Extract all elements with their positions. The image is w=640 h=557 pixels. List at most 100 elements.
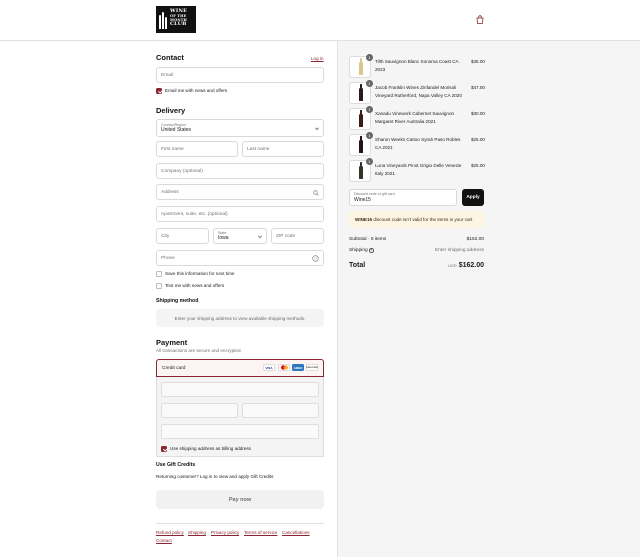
product-name: Luna Vineyards Pinot Grigio Delle Venezi… (375, 163, 462, 176)
delivery-heading: Delivery (156, 106, 186, 115)
address-field[interactable]: Address (156, 184, 324, 200)
product-thumbnail: 1 (349, 132, 373, 156)
company-field[interactable]: Company (optional) (156, 163, 324, 179)
payment-heading: Payment (156, 338, 188, 347)
card-cvv-field[interactable] (242, 403, 319, 418)
warning-text: discount code isn't valid for the items … (373, 217, 473, 222)
product-price: $35.00 (470, 59, 485, 64)
quantity-badge: 1 (366, 54, 373, 61)
product-thumbnail: 1 (349, 158, 373, 182)
text-offers-checkbox[interactable] (156, 283, 162, 289)
email-offers-checkbox[interactable] (156, 88, 162, 94)
shipping-link[interactable]: Shipping (188, 530, 206, 535)
quantity-badge: 1 (366, 132, 373, 139)
total-value: $162.00 (458, 262, 484, 269)
bottle-icon (359, 140, 363, 153)
mastercard-icon (278, 364, 290, 371)
footer-divider (156, 523, 324, 524)
product-name: Jacob Franklin Wines Zinfandel Morisoli … (375, 85, 462, 98)
card-number-field[interactable] (161, 382, 319, 397)
city-field[interactable]: City (156, 228, 209, 244)
visa-text: VISA (265, 365, 273, 370)
product-price: $25.00 (470, 163, 485, 168)
info-icon[interactable]: ? (369, 248, 374, 253)
company-placeholder: Company (optional) (161, 168, 203, 174)
card-name-field[interactable] (161, 424, 319, 439)
last-name-field[interactable]: Last name (242, 141, 324, 157)
gift-credits-text: Returning customer? Log in to view and a… (156, 474, 274, 479)
apartment-placeholder: Apartment, suite, etc. (optional) (161, 211, 228, 217)
billing-same-label: Use shipping address as billing address (170, 446, 251, 451)
card-expiry-field[interactable] (161, 403, 238, 418)
save-info-label: Save this information for next time (165, 271, 235, 276)
first-name-field[interactable]: First name (156, 141, 238, 157)
credit-card-label: Credit card (162, 365, 186, 371)
email-placeholder: Email (161, 72, 173, 78)
phone-field[interactable]: Phone ? (156, 250, 324, 266)
quantity-badge: 1 (366, 80, 373, 87)
login-link[interactable]: Log in (311, 56, 324, 61)
country-select[interactable]: Country/Region United States (156, 119, 324, 137)
city-placeholder: City (161, 233, 170, 239)
store-logo[interactable]: WINE OF THE MONTH CLUB (156, 6, 196, 33)
shipping-label-text: Shipping (349, 248, 368, 253)
pay-now-button[interactable]: Pay now (156, 490, 324, 509)
terms-link[interactable]: Terms of service (244, 530, 277, 535)
discover-text: DISCOVER (306, 366, 318, 369)
email-offers-label: Email me with news and offers (165, 88, 228, 93)
discount-value: Wine15 (354, 196, 371, 203)
discount-warning: WINE15 discount code isn't valid for the… (349, 211, 484, 228)
product-price: $47.00 (470, 85, 485, 90)
help-circle-icon[interactable]: ? (312, 255, 319, 262)
cart-item: 1 Jacob Franklin Wines Zinfandel Morisol… (349, 80, 485, 104)
chevron-down-icon (315, 126, 319, 130)
address-placeholder: Address (161, 189, 179, 195)
shipping-value: Enter shipping address (434, 248, 484, 253)
shopping-bag-icon[interactable] (476, 15, 484, 24)
billing-same-checkbox[interactable] (161, 446, 167, 452)
chevron-down-icon (258, 234, 262, 238)
state-select[interactable]: State Iowa (213, 228, 267, 244)
subtotal-value: $162.00 (466, 237, 484, 242)
shipping-label: Shipping ? (349, 248, 374, 253)
apply-discount-button[interactable]: Apply (462, 189, 484, 206)
svg-text:?: ? (314, 256, 317, 261)
product-name: Tilth Sauvignon Blanc Sonoma Coast CA 20… (375, 59, 459, 72)
apartment-field[interactable]: Apartment, suite, etc. (optional) (156, 206, 324, 222)
cancellations-link[interactable]: Cancellations (282, 530, 310, 535)
gift-credits-heading: Use Gift Credits (156, 462, 196, 468)
discover-icon: DISCOVER (306, 364, 318, 371)
last-name-placeholder: Last name (247, 146, 270, 152)
bottle-icon (359, 114, 363, 127)
total-currency: USD (448, 263, 457, 268)
logo-line: CLUB (170, 21, 187, 27)
zip-placeholder: ZIP code (276, 233, 296, 239)
product-price: $30.00 (470, 111, 485, 116)
search-icon (313, 190, 319, 196)
privacy-policy-link[interactable]: Privacy policy (211, 530, 239, 535)
discount-code-input[interactable]: Discount code or gift card Wine15 (349, 189, 457, 206)
save-info-checkbox[interactable] (156, 271, 162, 277)
phone-placeholder: Phone (161, 255, 175, 261)
bottle-icon (359, 166, 363, 179)
bottle-icon (359, 62, 363, 75)
cart-item: 1 Sharon Weeks Cattoo Syrah Paso Robles … (349, 132, 485, 156)
product-thumbnail: 1 (349, 54, 373, 78)
subtotal-label: Subtotal · 5 items (349, 237, 387, 242)
cart-item: 1 Tilth Sauvignon Blanc Sonoma Coast CA … (349, 54, 485, 78)
product-thumbnail: 1 (349, 106, 373, 130)
quantity-badge: 1 (366, 106, 373, 113)
amex-icon: AMEX (292, 364, 304, 371)
email-field[interactable]: Email (156, 67, 324, 83)
refund-policy-link[interactable]: Refund policy (156, 530, 184, 535)
zip-field[interactable]: ZIP code (271, 228, 324, 244)
cart-item: 1 Luna Vineyards Pinot Grigio Delle Vene… (349, 158, 485, 182)
state-value: Iowa (218, 234, 229, 241)
bottle-icon (359, 88, 363, 101)
contact-link[interactable]: Contact (156, 538, 172, 543)
quantity-badge: 1 (366, 158, 373, 165)
country-value: United States (161, 126, 192, 133)
warning-code: WINE15 (355, 217, 373, 222)
product-name: Sharon Weeks Cattoo Syrah Paso Robles CA… (375, 137, 461, 150)
product-thumbnail: 1 (349, 80, 373, 104)
